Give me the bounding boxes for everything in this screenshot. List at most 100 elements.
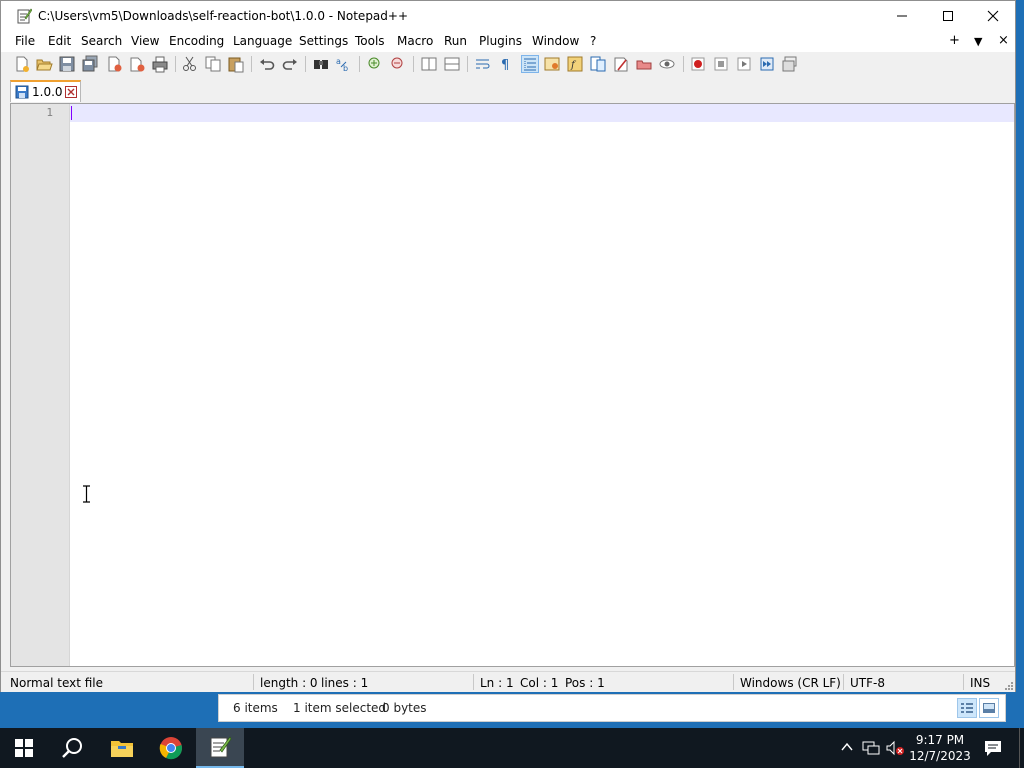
save-all-button[interactable] — [81, 55, 99, 73]
close-button[interactable] — [970, 1, 1016, 31]
user-language-button[interactable] — [543, 55, 561, 73]
folder-workspace-button[interactable] — [612, 55, 630, 73]
tab-list-button[interactable]: ▼ — [974, 35, 982, 48]
find-button[interactable] — [312, 55, 330, 73]
clock-date: 12/7/2023 — [909, 749, 971, 763]
project-panel-button[interactable] — [635, 55, 653, 73]
title-bar[interactable]: C:\Users\vm5\Downloads\self-reaction-bot… — [1, 1, 1015, 31]
status-insert-mode[interactable]: INS — [970, 676, 990, 690]
network-icon[interactable] — [862, 740, 880, 756]
sync-vertical-button[interactable] — [420, 55, 438, 73]
details-view-button[interactable] — [957, 698, 977, 718]
replace-button[interactable]: ab — [335, 55, 353, 73]
show-all-characters-button[interactable]: ¶ — [497, 55, 515, 73]
menu-help[interactable]: ? — [590, 34, 596, 48]
menu-run[interactable]: Run — [444, 34, 467, 48]
editor-textarea[interactable] — [73, 106, 1010, 662]
minimize-button[interactable] — [879, 1, 925, 31]
redo-icon — [282, 59, 297, 70]
menu-encoding[interactable]: Encoding — [169, 34, 224, 48]
new-file-icon — [16, 56, 29, 72]
clock-time: 9:17 PM — [915, 733, 965, 747]
document-map-icon — [590, 56, 606, 72]
paste-icon — [228, 57, 244, 73]
save-macro-button[interactable] — [781, 55, 799, 73]
copy-icon — [205, 56, 221, 72]
notification-center-icon[interactable] — [983, 739, 1003, 757]
open-file-button[interactable] — [35, 55, 53, 73]
volume-muted-icon[interactable] — [886, 740, 906, 756]
menu-file[interactable]: File — [15, 34, 35, 48]
copy-button[interactable] — [204, 55, 222, 73]
new-tab-button[interactable]: + — [949, 33, 960, 48]
sync-horizontal-button[interactable] — [443, 55, 461, 73]
system-clock[interactable]: 9:17 PM 12/7/2023 — [908, 732, 972, 764]
tab-1-0-0[interactable]: 1.0.0 — [10, 80, 81, 102]
menu-language[interactable]: Language — [233, 34, 292, 48]
project-panel-icon — [636, 60, 652, 70]
tab-bar: 1.0.0 — [1, 78, 1015, 102]
undo-button[interactable] — [258, 55, 276, 73]
status-column: Col : 1 — [520, 676, 559, 690]
status-length: length : 0 — [260, 676, 318, 690]
chrome-icon — [159, 737, 182, 760]
save-macro-icon — [782, 56, 797, 72]
print-button[interactable] — [151, 55, 169, 73]
menu-window[interactable]: Window — [532, 34, 579, 48]
toolbar-separator — [305, 56, 306, 72]
document-map-button[interactable] — [589, 55, 607, 73]
paste-button[interactable] — [227, 55, 245, 73]
status-line-number: Ln : 1 — [480, 676, 514, 690]
zoom-out-button[interactable] — [389, 55, 407, 73]
toolbar-separator — [251, 56, 252, 72]
playback-macro-button[interactable] — [735, 55, 753, 73]
saved-file-icon — [15, 85, 29, 99]
user-language-icon — [544, 57, 560, 71]
notepad-plus-plus-taskbar-button[interactable] — [196, 728, 244, 768]
indent-guide-button[interactable] — [521, 55, 539, 73]
save-button[interactable] — [58, 55, 76, 73]
notepad-plus-plus-icon — [210, 736, 232, 758]
menu-settings[interactable]: Settings — [299, 34, 348, 48]
status-encoding[interactable]: UTF-8 — [850, 676, 885, 690]
toolbar-separator — [413, 56, 414, 72]
function-list-button[interactable]: f — [566, 55, 584, 73]
status-eol[interactable]: Windows (CR LF) — [740, 676, 841, 690]
file-explorer-taskbar-button[interactable] — [98, 728, 146, 768]
tab-close-icon[interactable] — [65, 86, 77, 98]
run-macro-multiple-button[interactable] — [758, 55, 776, 73]
chrome-taskbar-button[interactable] — [147, 728, 195, 768]
menu-tools[interactable]: Tools — [355, 34, 385, 48]
playback-macro-icon — [737, 57, 751, 71]
close-tab-button[interactable]: × — [998, 33, 1009, 48]
start-button[interactable] — [0, 728, 48, 768]
large-icons-view-button[interactable] — [979, 698, 999, 718]
search-button[interactable] — [48, 728, 96, 768]
menu-plugins[interactable]: Plugins — [479, 34, 522, 48]
close-file-button[interactable] — [105, 55, 123, 73]
start-icon — [15, 739, 33, 757]
resize-grip-icon[interactable] — [1004, 681, 1014, 691]
maximize-icon — [943, 11, 953, 21]
editor-area[interactable]: 1 — [10, 103, 1015, 667]
cut-button[interactable] — [181, 55, 199, 73]
status-divider — [473, 674, 474, 690]
chevron-up-icon[interactable] — [840, 740, 854, 754]
close-all-button[interactable] — [128, 55, 146, 73]
maximize-button[interactable] — [925, 1, 971, 31]
stop-recording-button[interactable] — [712, 55, 730, 73]
menu-search[interactable]: Search — [81, 34, 122, 48]
status-divider — [253, 674, 254, 690]
monitoring-button[interactable] — [658, 55, 676, 73]
record-macro-button[interactable] — [689, 55, 707, 73]
menu-edit[interactable]: Edit — [48, 34, 71, 48]
new-file-button[interactable] — [13, 55, 31, 73]
show-desktop-divider[interactable] — [1019, 728, 1020, 768]
word-wrap-button[interactable] — [474, 55, 492, 73]
zoom-in-button[interactable] — [366, 55, 384, 73]
menu-macro[interactable]: Macro — [397, 34, 433, 48]
menu-view[interactable]: View — [131, 34, 159, 48]
close-icon — [108, 56, 122, 72]
sync-vertical-icon — [421, 57, 437, 71]
redo-button[interactable] — [281, 55, 299, 73]
